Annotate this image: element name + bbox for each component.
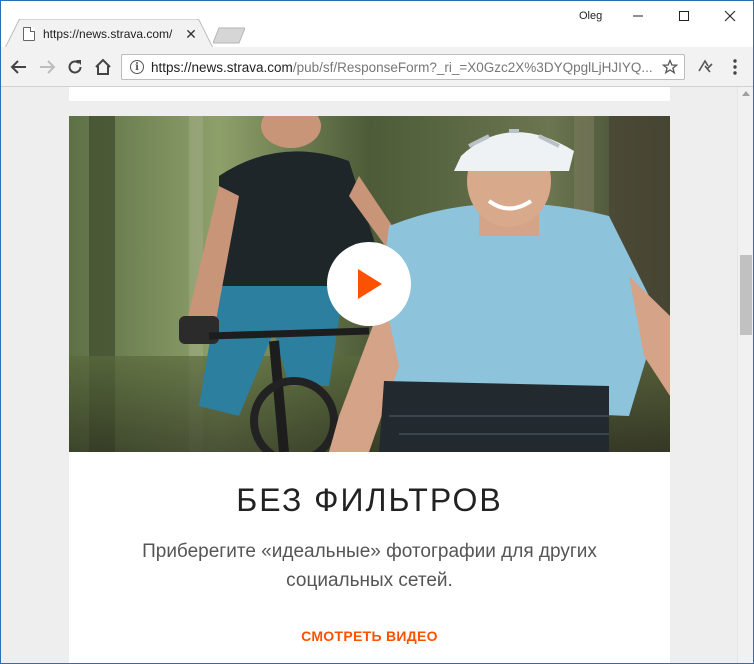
scrollbar-thumb[interactable]	[740, 255, 752, 335]
new-tab-button[interactable]	[213, 27, 245, 44]
video-thumbnail[interactable]	[69, 116, 670, 452]
browser-window: https://news.strava.com/pub/sf/ResponseF…	[0, 0, 754, 664]
url-host: https://news.strava.com	[151, 59, 293, 75]
reload-button[interactable]	[63, 55, 87, 79]
back-arrow-icon	[10, 60, 26, 74]
profile-name[interactable]: Oleg	[579, 10, 602, 22]
watch-video-link[interactable]: СМОТРЕТЬ ВИДЕО	[69, 628, 670, 644]
tab-strip: https://news.strava.com/pub/sf/ResponseF…	[1, 1, 753, 48]
browser-toolbar: i https://news.strava.com/pub/sf/Respons…	[1, 47, 753, 87]
subtext: Приберегите «идеальные» фотографии для д…	[142, 541, 597, 591]
url-text[interactable]: https://news.strava.com/pub/sf/ResponseF…	[151, 60, 656, 75]
url-path: /pub/sf/ResponseForm?_ri_=X0Gzc2X%3DYQpg…	[292, 59, 653, 75]
info-icon[interactable]: i	[130, 60, 144, 74]
reload-icon	[68, 60, 82, 74]
play-icon	[358, 269, 382, 299]
maximize-icon	[679, 11, 689, 21]
more-vertical-icon	[733, 59, 737, 75]
previous-card-bottom	[69, 87, 670, 101]
maximize-button[interactable]	[661, 1, 707, 31]
home-button[interactable]	[91, 55, 115, 79]
home-icon	[95, 58, 111, 75]
minimize-button[interactable]	[615, 1, 661, 31]
strava-extension-icon	[698, 59, 713, 73]
star-icon[interactable]	[662, 59, 678, 75]
page-viewport: БЕЗ ФИЛЬТРОВ Приберегите «идеальные» фот…	[1, 87, 737, 663]
play-button[interactable]	[327, 242, 411, 326]
vertical-scrollbar[interactable]	[737, 87, 753, 663]
minimize-icon	[633, 15, 643, 17]
forward-button[interactable]	[35, 55, 59, 79]
document-icon	[23, 27, 35, 41]
strava-extension-button[interactable]	[693, 55, 717, 79]
tab-title: https://news.strava.com/pub/sf/ResponseF…	[43, 27, 173, 41]
tab-close-icon[interactable]: ✕	[183, 26, 199, 42]
close-window-button[interactable]	[707, 1, 753, 31]
content-card: БЕЗ ФИЛЬТРОВ Приберегите «идеальные» фот…	[69, 452, 670, 663]
forward-arrow-icon	[40, 60, 56, 74]
close-icon	[724, 10, 736, 22]
back-button[interactable]	[7, 55, 31, 79]
address-bar[interactable]: i https://news.strava.com/pub/sf/Respons…	[121, 54, 685, 80]
headline: БЕЗ ФИЛЬТРОВ	[236, 482, 503, 518]
tab-content[interactable]: https://news.strava.com/pub/sf/ResponseF…	[23, 25, 203, 43]
menu-button[interactable]	[723, 55, 747, 79]
scroll-up-arrow-icon[interactable]	[742, 91, 750, 96]
